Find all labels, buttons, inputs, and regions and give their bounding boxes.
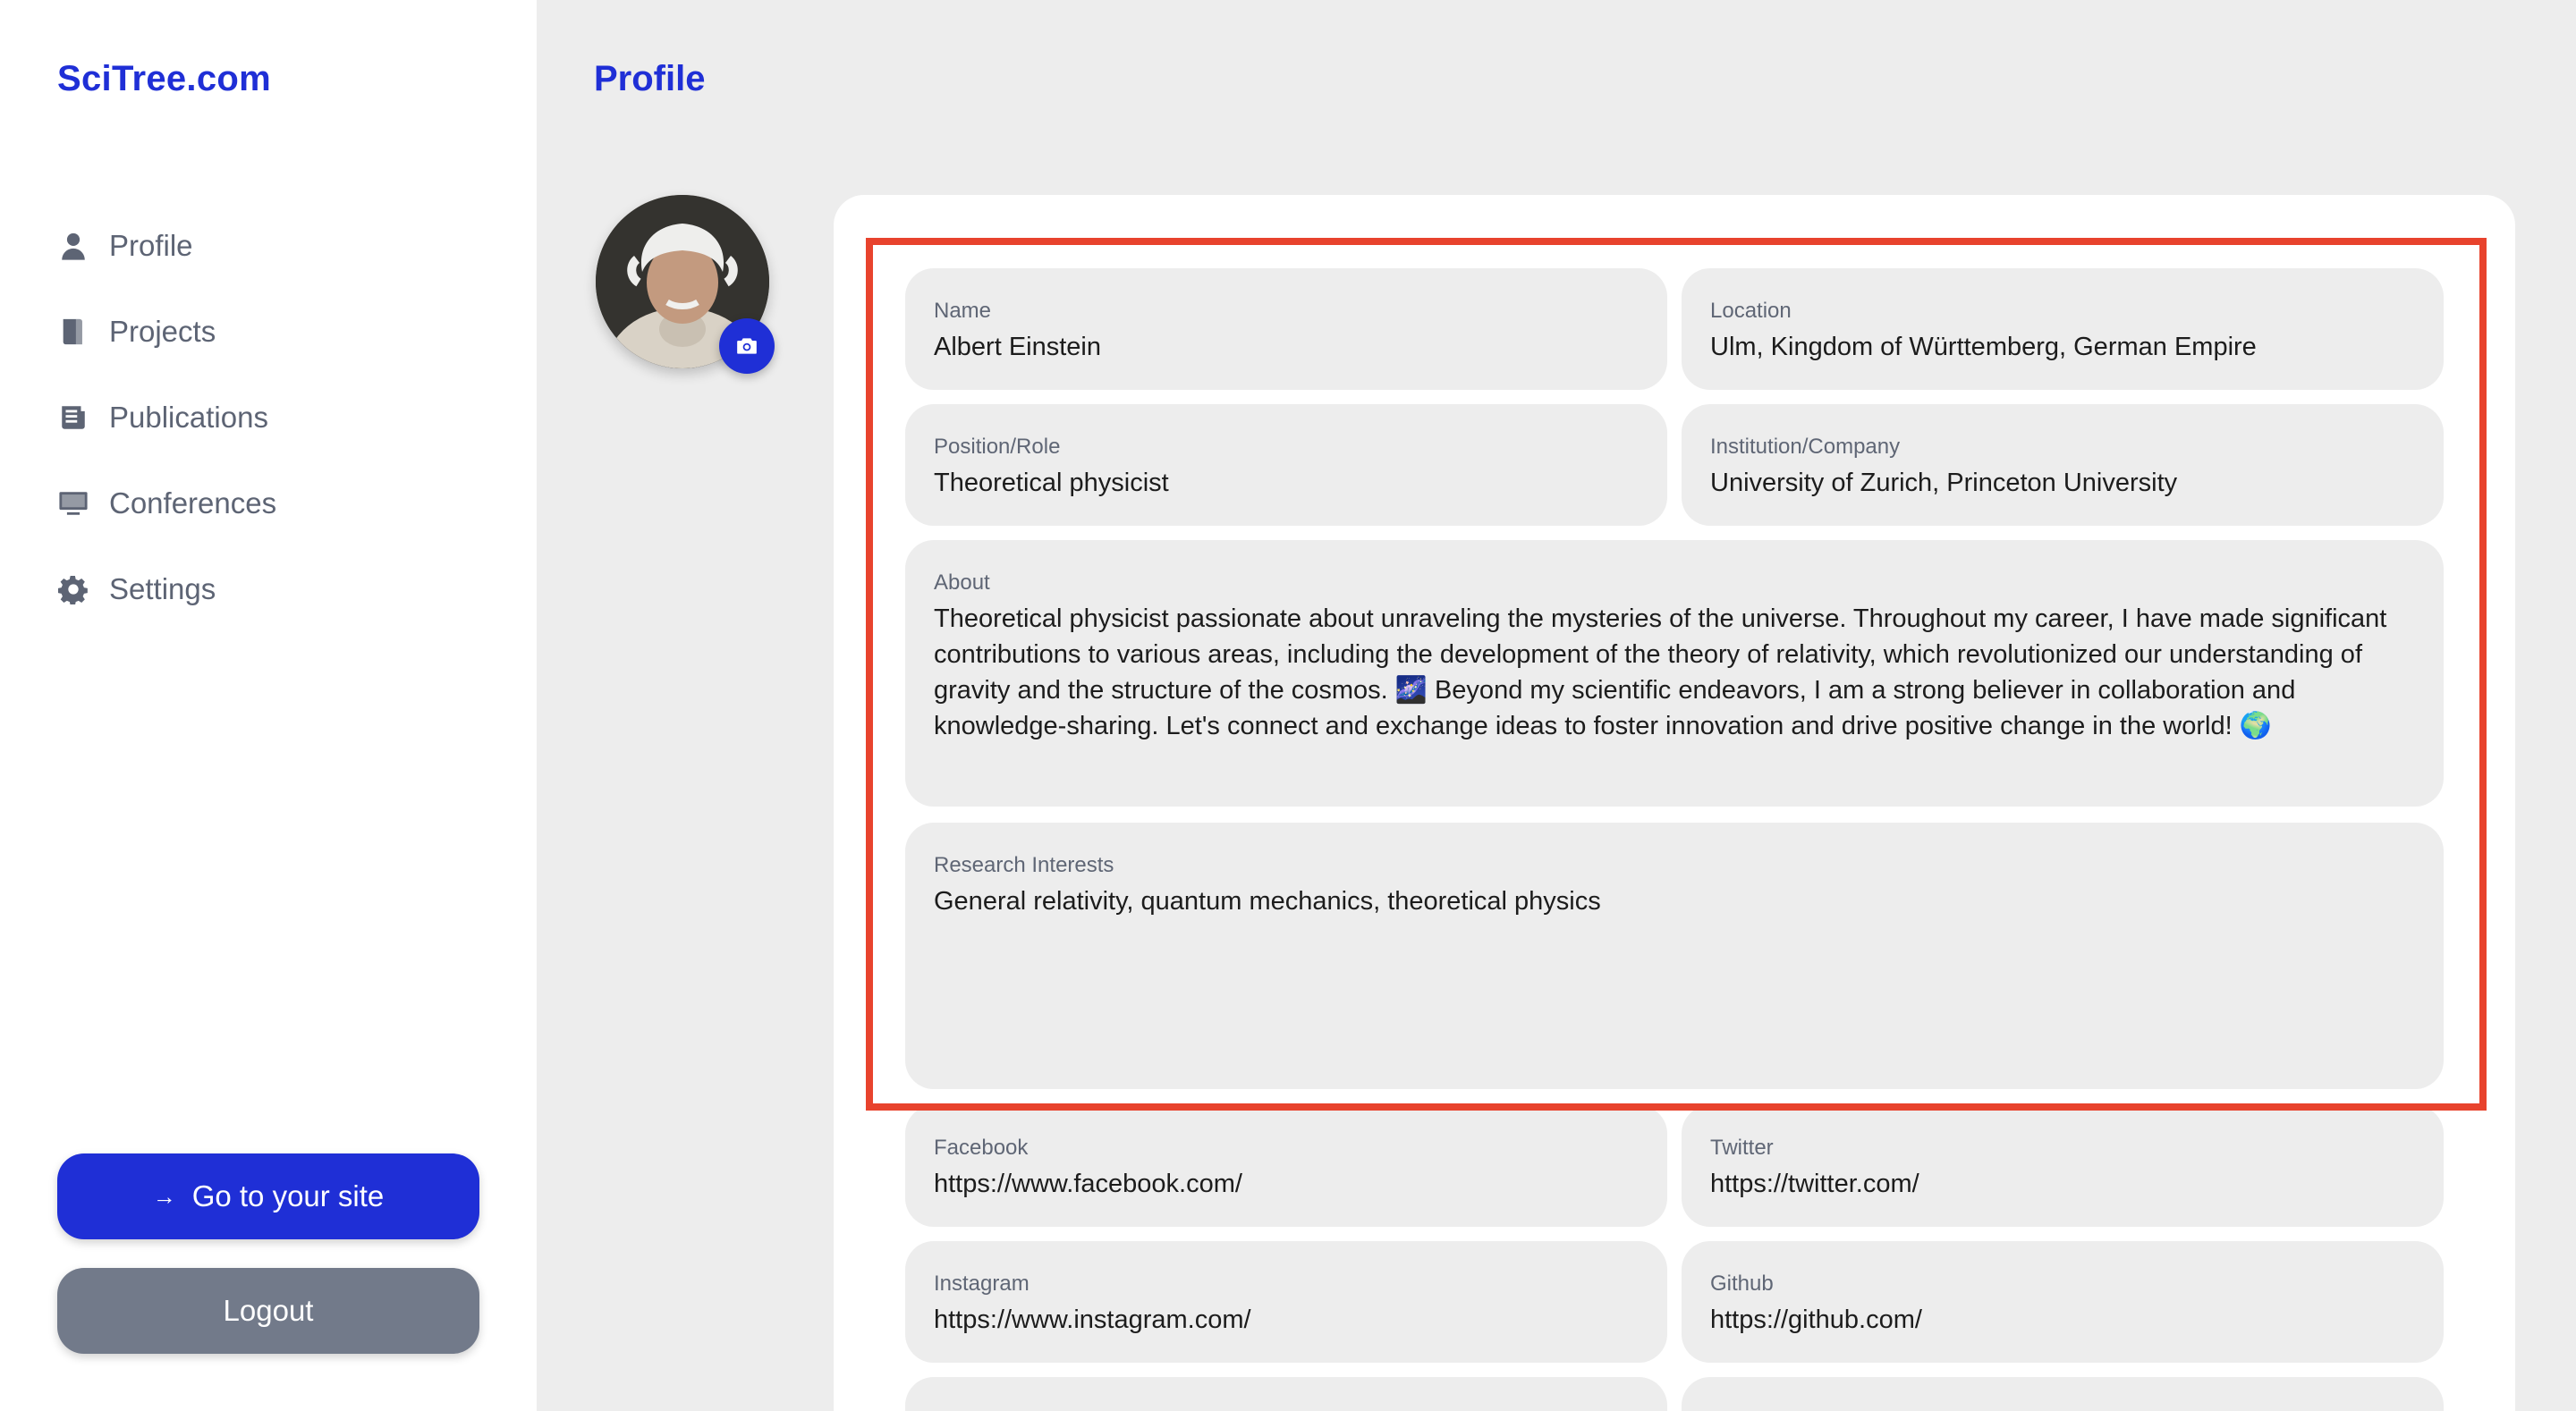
position-field[interactable]: Position/Role Theoretical physicist — [905, 404, 1667, 526]
sidebar: SciTree.com Profile Projects Publication… — [0, 0, 537, 1411]
field-value: https://github.com/ — [1710, 1305, 1922, 1334]
change-photo-button[interactable] — [719, 318, 775, 374]
brand-logo[interactable]: SciTree.com — [57, 59, 271, 99]
sidebar-item-label: Projects — [109, 315, 216, 348]
page-title: Profile — [594, 59, 706, 98]
field-label: Research Interests — [934, 853, 1114, 877]
about-field[interactable]: About Theoretical physicist passionate a… — [905, 540, 2444, 807]
arrow-right-icon: → — [152, 1182, 176, 1210]
gear-icon — [57, 573, 89, 605]
field-value: Ulm, Kingdom of Württemberg, German Empi… — [1710, 333, 2257, 361]
facebook-field[interactable]: Facebook https://www.facebook.com/ — [905, 1105, 1667, 1227]
monitor-icon — [57, 487, 89, 520]
sidebar-item-conferences[interactable]: Conferences — [57, 477, 276, 530]
field-value: Theoretical physicist — [934, 469, 1169, 497]
user-icon — [57, 230, 89, 262]
field-label: Github — [1710, 1272, 1774, 1296]
sidebar-item-publications[interactable]: Publications — [57, 391, 276, 444]
field-label: Facebook — [934, 1136, 1029, 1160]
logout-button[interactable]: Logout — [57, 1268, 479, 1354]
next-field-partial[interactable] — [1682, 1377, 2444, 1411]
field-label: Position/Role — [934, 435, 1061, 459]
institution-field[interactable]: Institution/Company University of Zurich… — [1682, 404, 2444, 526]
field-value: University of Zurich, Princeton Universi… — [1710, 469, 2178, 497]
field-label: Instagram — [934, 1272, 1030, 1296]
research-interests-field[interactable]: Research Interests General relativity, q… — [905, 823, 2444, 1089]
field-label: Location — [1710, 299, 1792, 323]
sidebar-item-projects[interactable]: Projects — [57, 305, 276, 359]
field-label: Name — [934, 299, 992, 323]
field-value: General relativity, quantum mechanics, t… — [934, 887, 1601, 916]
field-value: https://www.facebook.com/ — [934, 1170, 1242, 1198]
field-value: https://www.instagram.com/ — [934, 1305, 1251, 1334]
go-to-site-button[interactable]: → Go to your site — [57, 1153, 479, 1239]
sidebar-nav: Profile Projects Publications Conference… — [57, 219, 276, 648]
sidebar-item-profile[interactable]: Profile — [57, 219, 276, 273]
newspaper-icon — [57, 401, 89, 434]
avatar-container — [596, 195, 775, 374]
location-field[interactable]: Location Ulm, Kingdom of Württemberg, Ge… — [1682, 268, 2444, 390]
field-label: Institution/Company — [1710, 435, 1901, 459]
camera-icon — [737, 338, 757, 354]
sidebar-item-label: Settings — [109, 572, 216, 605]
go-to-site-label: Go to your site — [191, 1179, 385, 1212]
next-field-partial[interactable] — [905, 1377, 1667, 1411]
twitter-field[interactable]: Twitter https://twitter.com/ — [1682, 1105, 2444, 1227]
field-value: Albert Einstein — [934, 333, 1101, 361]
sidebar-item-label: Publications — [109, 401, 268, 434]
field-value: Theoretical physicist passionate about u… — [934, 604, 2387, 740]
field-label: Twitter — [1710, 1136, 1774, 1160]
field-label: About — [934, 570, 990, 595]
sidebar-item-settings[interactable]: Settings — [57, 562, 276, 616]
book-icon — [57, 316, 89, 348]
field-value: https://twitter.com/ — [1710, 1170, 1919, 1198]
sidebar-item-label: Profile — [109, 229, 193, 262]
name-field[interactable]: Name Albert Einstein — [905, 268, 1667, 390]
instagram-field[interactable]: Instagram https://www.instagram.com/ — [905, 1241, 1667, 1363]
sidebar-item-label: Conferences — [109, 486, 277, 520]
app: SciTree.com Profile Projects Publication… — [0, 0, 2576, 1411]
github-field[interactable]: Github https://github.com/ — [1682, 1241, 2444, 1363]
